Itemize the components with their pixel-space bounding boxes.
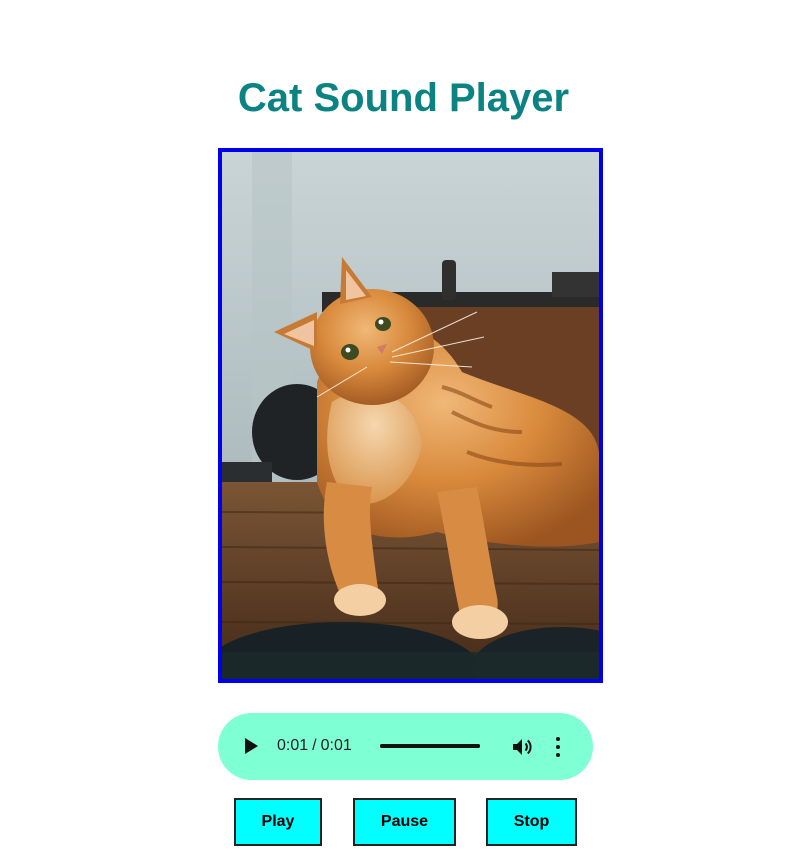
duration: 0:01 <box>320 737 352 754</box>
cat-photo <box>218 148 603 683</box>
page-title: Cat Sound Player <box>237 76 570 120</box>
stop-button[interactable]: Stop <box>486 798 577 846</box>
audio-player[interactable]: 0:01/0:01 <box>218 713 593 780</box>
page: Cat Sound Player 0:01 / 0:01 Play Pause … <box>0 0 807 867</box>
play-button[interactable]: Play <box>234 798 322 846</box>
time-separator: / <box>312 737 317 754</box>
play-icon[interactable] <box>245 738 258 754</box>
time-display: 0:01/0:01 <box>277 735 352 757</box>
volume-icon[interactable] <box>510 735 534 759</box>
more-options-icon[interactable] <box>554 736 562 758</box>
pause-button[interactable]: Pause <box>353 798 456 846</box>
current-time: 0:01 <box>277 737 309 754</box>
progress-fill <box>380 744 480 748</box>
progress-slider[interactable] <box>380 744 480 748</box>
cat-photo-illustration <box>222 152 599 679</box>
